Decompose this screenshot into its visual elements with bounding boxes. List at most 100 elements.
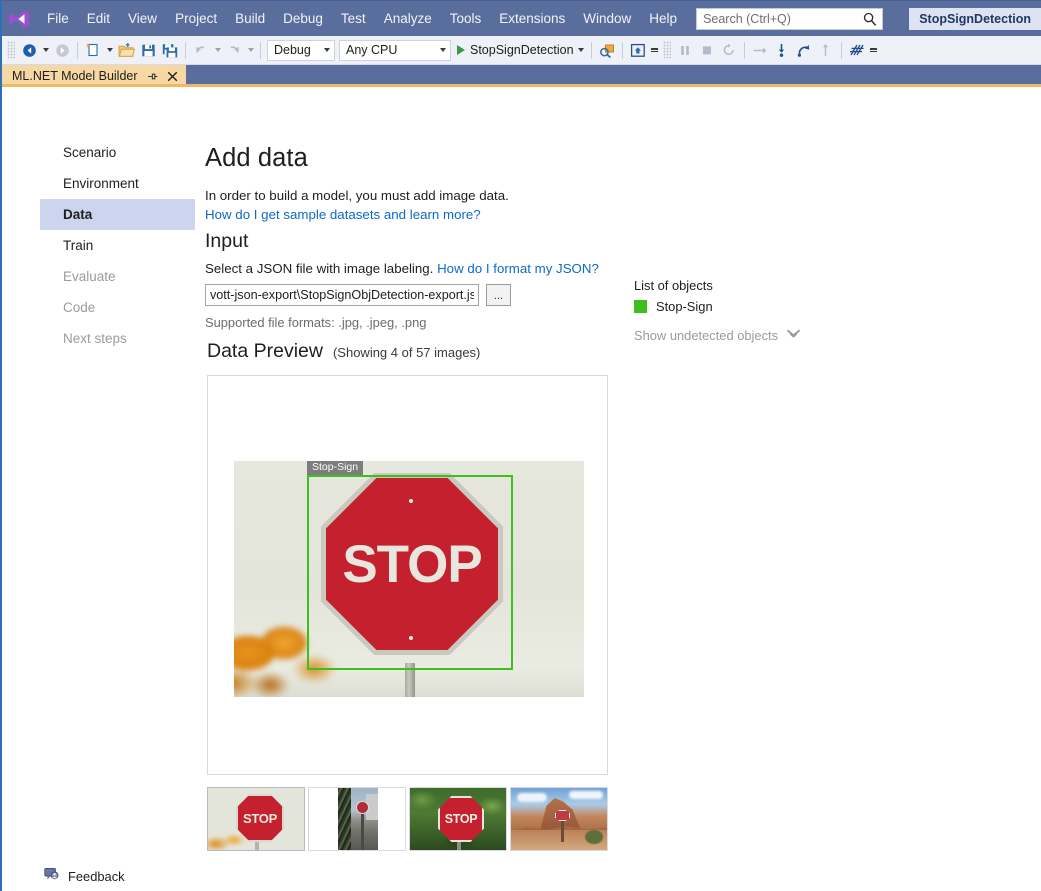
navigate-forward-icon	[51, 39, 73, 61]
show-undetected-label: Show undetected objects	[634, 328, 778, 343]
sidebar-item-data[interactable]: Data	[40, 199, 195, 230]
sidebar-item-label: Data	[63, 207, 92, 222]
attach-to-process-icon[interactable]	[596, 39, 618, 61]
detection-bounding-box: Stop-Sign	[307, 475, 513, 670]
object-list-item[interactable]: Stop-Sign	[634, 299, 801, 314]
menu-help[interactable]: Help	[640, 8, 686, 29]
menu-file[interactable]: File	[38, 8, 78, 29]
undo-dropdown	[212, 39, 223, 61]
show-undetected-objects-toggle[interactable]: Show undetected objects	[634, 328, 801, 343]
chevron-down-icon	[324, 48, 330, 52]
undo-icon	[190, 39, 212, 61]
solution-configuration-combo[interactable]: Debug	[267, 40, 335, 61]
thumb-sign-text: STOP	[243, 811, 277, 826]
thumb-cloud	[569, 791, 603, 799]
menu-edit[interactable]: Edit	[78, 8, 119, 29]
new-item-icon[interactable]	[82, 39, 104, 61]
json-path-input[interactable]	[205, 284, 479, 306]
toolbar-separator	[185, 42, 186, 59]
data-preview-panel: STOP Stop-Sign	[207, 375, 608, 775]
thumbnail-item-1[interactable]: STOP	[207, 787, 305, 851]
solution-configuration-value: Debug	[274, 43, 311, 57]
thumb-tree	[338, 788, 351, 851]
sidebar-item-next-steps: Next steps	[40, 323, 195, 354]
thumb-foliage	[207, 832, 246, 851]
open-folder-icon[interactable]	[115, 39, 137, 61]
sidebar-item-label: Evaluate	[63, 269, 116, 284]
thumb-bush	[585, 830, 603, 844]
sample-datasets-link[interactable]: How do I get sample datasets and learn m…	[205, 207, 481, 222]
toolbar-grip[interactable]	[7, 41, 15, 59]
solution-platform-combo[interactable]: Any CPU	[339, 40, 451, 61]
pin-icon[interactable]	[147, 71, 158, 82]
chevron-down-icon	[651, 48, 658, 52]
sidebar-item-scenario[interactable]: Scenario	[40, 137, 195, 168]
sidebar-item-label: Environment	[63, 176, 139, 191]
start-debug-button[interactable]: StopSignDetection	[453, 43, 576, 57]
supported-formats-text: Supported file formats: .jpg, .jpeg, .pn…	[205, 315, 426, 330]
detection-box-label: Stop-Sign	[307, 461, 363, 475]
navigate-back-dropdown[interactable]	[40, 39, 51, 61]
save-all-icon[interactable]	[159, 39, 181, 61]
browse-button[interactable]: ...	[486, 284, 511, 306]
input-section-heading: Input	[205, 230, 248, 253]
preview-main-image[interactable]: STOP Stop-Sign	[234, 461, 584, 697]
thumb-stop-sign	[356, 801, 369, 814]
solution-name-chip[interactable]: StopSignDetection	[909, 8, 1041, 30]
menu-bar: File Edit View Project Build Debug Test …	[2, 1, 1041, 36]
page-title: Add data	[205, 144, 308, 173]
search-box[interactable]	[696, 8, 883, 30]
toolbar-separator	[622, 42, 623, 59]
hot-reload-icon[interactable]	[627, 39, 649, 61]
toolbar-grip[interactable]	[663, 41, 671, 59]
menu-test[interactable]: Test	[332, 8, 375, 29]
close-icon[interactable]	[167, 71, 178, 82]
redo-icon	[223, 39, 245, 61]
object-color-swatch	[634, 300, 647, 313]
menu-analyze[interactable]: Analyze	[375, 8, 441, 29]
menu-debug[interactable]: Debug	[274, 8, 332, 29]
main-content: Add data In order to build a model, you …	[205, 87, 1041, 890]
feedback-icon	[44, 867, 59, 886]
step-into-icon[interactable]	[771, 39, 793, 61]
toolbar-separator	[260, 42, 261, 59]
save-icon[interactable]	[137, 39, 159, 61]
menu-view[interactable]: View	[119, 8, 166, 29]
start-debug-dropdown[interactable]	[576, 39, 587, 61]
toolbar-separator	[841, 42, 842, 59]
thumbnail-item-2[interactable]	[308, 787, 406, 851]
feedback-label[interactable]: Feedback	[68, 869, 125, 884]
sidebar-item-environment[interactable]: Environment	[40, 168, 195, 199]
thumb-stop-sign: STOP	[438, 796, 484, 842]
new-item-dropdown[interactable]	[104, 39, 115, 61]
menu-tools[interactable]: Tools	[441, 8, 491, 29]
format-json-link[interactable]: How do I format my JSON?	[437, 261, 599, 276]
step-over-icon	[749, 39, 771, 61]
menu-build[interactable]: Build	[226, 8, 274, 29]
thumbnail-item-3[interactable]: STOP	[409, 787, 507, 851]
menu-extensions[interactable]: Extensions	[490, 8, 574, 29]
step-out-icon[interactable]	[793, 39, 815, 61]
json-path-row: ...	[205, 284, 511, 306]
tab-label: ML.NET Model Builder	[12, 69, 138, 83]
play-icon	[457, 45, 465, 55]
object-name-label: Stop-Sign	[656, 299, 713, 314]
menu-project[interactable]: Project	[166, 8, 226, 29]
objects-panel-heading: List of objects	[634, 278, 801, 293]
thumbnail-strip: STOP STOP	[207, 787, 608, 851]
diagnostics-icon[interactable]	[846, 39, 868, 61]
thumb-stop-sign	[555, 810, 570, 821]
thumbnail-item-4[interactable]	[510, 787, 608, 851]
menu-window[interactable]: Window	[574, 8, 640, 29]
navigate-back-icon[interactable]	[18, 39, 40, 61]
redo-dropdown	[245, 39, 256, 61]
diagnostics-dropdown[interactable]	[868, 39, 879, 61]
page-footer: Feedback	[2, 862, 1041, 890]
input-section-description: Select a JSON file with image labeling. …	[205, 261, 599, 276]
sidebar-item-code: Code	[40, 292, 195, 323]
sidebar-item-train[interactable]: Train	[40, 230, 195, 261]
search-input[interactable]	[697, 12, 877, 26]
toolbar-separator	[591, 42, 592, 59]
hot-reload-dropdown[interactable]	[649, 39, 660, 61]
start-debug-label: StopSignDetection	[470, 43, 574, 57]
